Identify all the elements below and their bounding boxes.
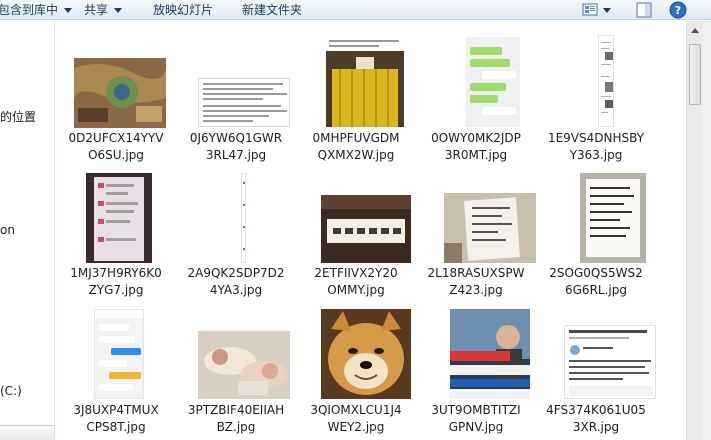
file-list: 0D2UFCX14YYV O6SU.jpg 0J6YW6Q1GWR 3RL47.jp…	[56, 21, 686, 440]
help-button[interactable]: ?	[667, 1, 689, 19]
image-thumbnail	[321, 195, 411, 263]
file-item[interactable]: 3QIOMXLCU1J4 WEY2.jpg	[296, 307, 416, 440]
navigation-pane: 的位置 on (C:)	[0, 21, 55, 440]
file-name: 1E9VS4DNHSBY Y363.jpg	[547, 131, 645, 162]
image-thumbnail	[86, 173, 152, 263]
file-name: 0D2UFCX14YYV O6SU.jpg	[68, 131, 164, 162]
file-name: 4FS374K061U05 3XR.jpg	[546, 403, 646, 434]
image-thumbnail	[241, 173, 246, 263]
image-thumbnail	[198, 78, 290, 127]
vertical-scrollbar[interactable]	[686, 21, 703, 440]
slideshow-button[interactable]: 放映幻灯片	[153, 1, 213, 19]
image-thumbnail	[580, 173, 646, 263]
file-name: 3J8UXP4TMUX CPS8T.jpg	[73, 403, 159, 434]
share-button[interactable]: 共享	[84, 1, 123, 19]
file-item[interactable]: 3UT9OMBTITZI GPNV.jpg	[416, 307, 536, 440]
image-thumbnail	[198, 331, 290, 399]
new-folder-button[interactable]: 新建文件夹	[242, 1, 302, 19]
file-name: 2A9QK2SDP7D2 4YA3.jpg	[187, 266, 285, 297]
nav-horizontal-scrollbar[interactable]	[0, 425, 54, 440]
file-name: 3PTZBIF40EIIAH BZ.jpg	[187, 403, 285, 434]
file-item[interactable]: 1MJ37H9RY6K0 ZYG7.jpg	[56, 171, 176, 303]
new-folder-label: 新建文件夹	[242, 3, 303, 17]
preview-pane-button[interactable]	[634, 1, 654, 19]
file-item[interactable]: 0J6YW6Q1GWR 3RL47.jpg	[176, 55, 296, 167]
file-item[interactable]: 3PTZBIF40EIIAH BZ.jpg	[176, 307, 296, 440]
include-in-library-label: 包含到库中	[0, 3, 59, 17]
file-item[interactable]: 2A9QK2SDP7D2 4YA3.jpg	[176, 171, 296, 303]
preview-pane-icon	[636, 2, 652, 18]
change-view-button[interactable]	[580, 1, 614, 19]
include-in-library-button[interactable]: 包含到库中	[0, 1, 73, 19]
view-icon	[582, 3, 611, 16]
image-thumbnail	[74, 58, 166, 128]
file-name: 1MJ37H9RY6K0 ZYG7.jpg	[70, 266, 162, 297]
window-edge	[703, 21, 711, 440]
svg-text:?: ?	[675, 4, 681, 17]
file-item[interactable]: 3J8UXP4TMUX CPS8T.jpg	[56, 307, 176, 440]
image-thumbnail	[450, 309, 530, 399]
file-item[interactable]: 0OWY0MK2JDP 3R0MT.jpg	[416, 33, 536, 167]
explorer-window: 包含到库中 共享 放映幻灯片 新建文件夹 ? 的位置 on (C:) 0D2UF…	[0, 0, 711, 440]
slideshow-label: 放映幻灯片	[153, 3, 214, 17]
image-thumbnail	[598, 35, 614, 127]
file-name: 3QIOMXLCU1J4 WEY2.jpg	[310, 403, 402, 434]
file-item[interactable]: 4FS374K061U05 3XR.jpg	[536, 307, 656, 440]
file-item[interactable]: 2SOG0QS5WS2 6G6RL.jpg	[536, 171, 656, 303]
image-thumbnail	[466, 37, 520, 127]
file-name: 2L18RASUXSPW Z423.jpg	[427, 266, 525, 297]
nav-item-partial[interactable]: on	[0, 223, 15, 237]
chevron-down-icon	[64, 8, 73, 13]
nav-item-local-disk-c[interactable]: (C:)	[0, 384, 22, 398]
share-label: 共享	[84, 3, 109, 17]
file-item[interactable]: 0D2UFCX14YYV O6SU.jpg	[56, 55, 176, 167]
help-icon: ?	[669, 1, 687, 19]
image-thumbnail	[321, 309, 411, 399]
image-thumbnail	[564, 325, 656, 399]
image-thumbnail	[444, 193, 536, 263]
file-item[interactable]: 1E9VS4DNHSBY Y363.jpg	[536, 33, 656, 167]
command-bar: 包含到库中 共享 放映幻灯片 新建文件夹 ?	[0, 0, 711, 20]
file-name: 2ETFIIVX2Y20 OMMY.jpg	[314, 266, 398, 297]
file-name: 0OWY0MK2JDP 3R0MT.jpg	[431, 131, 521, 162]
file-name: 3UT9OMBTITZI GPNV.jpg	[431, 403, 521, 434]
file-item[interactable]: 2L18RASUXSPW Z423.jpg	[416, 171, 536, 303]
file-name: 2SOG0QS5WS2 6G6RL.jpg	[549, 266, 643, 297]
file-name: 0J6YW6Q1GWR 3RL47.jpg	[189, 131, 283, 162]
image-thumbnail	[94, 309, 144, 399]
chevron-up-icon	[691, 28, 699, 33]
file-item[interactable]: 0MHPFUVGDM QXMX2W.jpg	[296, 33, 416, 167]
file-item[interactable]: 2ETFIIVX2Y20 OMMY.jpg	[296, 171, 416, 303]
scroll-up-button[interactable]	[687, 22, 703, 39]
file-name: 0MHPFUVGDM QXMX2W.jpg	[312, 131, 400, 162]
chevron-down-icon	[114, 8, 123, 13]
scrollbar-thumb[interactable]	[689, 44, 701, 105]
nav-item-recent-places[interactable]: 的位置	[0, 108, 36, 125]
image-thumbnail	[326, 37, 404, 127]
